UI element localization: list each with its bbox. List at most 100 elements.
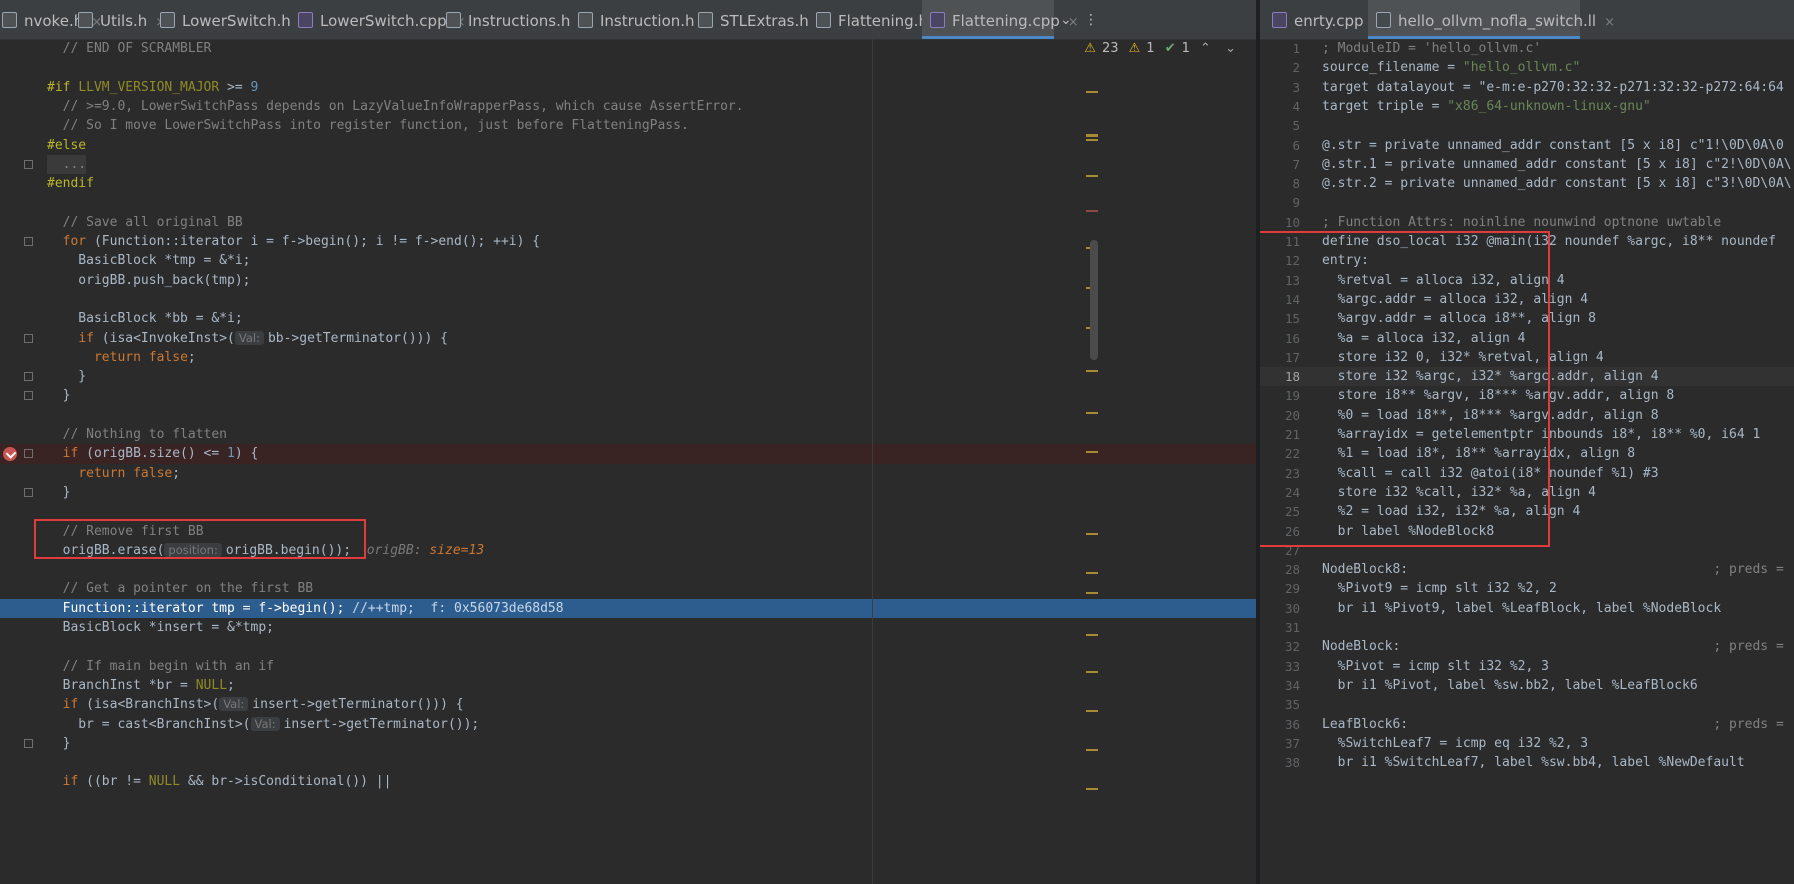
stripe-mark[interactable] xyxy=(1086,634,1098,636)
code-line[interactable]: } xyxy=(0,367,1258,386)
code-line[interactable]: #endif xyxy=(0,174,1258,193)
tab-flattening-cpp[interactable]: Flattening.cpp × xyxy=(922,0,1079,39)
code-line[interactable]: br = cast<BranchInst>(Val: insert->getTer… xyxy=(0,715,1258,734)
code-line[interactable]: #else xyxy=(0,136,1258,155)
ir-line[interactable]: 2 source_filename = "hello_ollvm.c" xyxy=(1260,58,1794,77)
code-line[interactable]: // Remove first BB xyxy=(0,522,1258,541)
code-line[interactable] xyxy=(0,560,1258,579)
ir-line[interactable]: 15 %argv.addr = alloca i8**, align 8 xyxy=(1260,309,1794,328)
ir-line[interactable]: 24 store i32 %call, i32* %a, align 4 xyxy=(1260,483,1794,502)
stripe-mark[interactable] xyxy=(1086,412,1098,414)
ir-line[interactable]: 5 xyxy=(1260,116,1794,135)
fold-marker-icon[interactable] xyxy=(24,333,33,343)
ir-line[interactable]: 27 xyxy=(1260,541,1794,560)
stripe-mark[interactable] xyxy=(1086,572,1098,574)
ir-line[interactable]: 1 ; ModuleID = 'hello_ollvm.c' xyxy=(1260,39,1794,58)
ir-line[interactable]: 16 %a = alloca i32, align 4 xyxy=(1260,329,1794,348)
ir-line[interactable]: 34 br i1 %Pivot, label %sw.bb2, label %L… xyxy=(1260,676,1794,695)
ir-line[interactable]: 14 %argc.addr = alloca i32, align 4 xyxy=(1260,290,1794,309)
stripe-mark[interactable] xyxy=(1086,139,1098,141)
chevron-up-icon[interactable]: ⌃ xyxy=(1200,41,1211,56)
tab-hello-ollvm-nofla-switch-ll[interactable]: hello_ollvm_nofla_switch.ll × xyxy=(1368,0,1615,39)
tab-instructions-h[interactable]: Instructions.h× xyxy=(438,0,589,39)
ir-line[interactable]: 29 %Pivot9 = icmp slt i32 %2, 2 xyxy=(1260,579,1794,598)
code-line[interactable] xyxy=(0,406,1258,425)
code-line[interactable]: for (Function::iterator i = f->begin(); … xyxy=(0,232,1258,251)
ir-line[interactable]: 25 %2 = load i32, i32* %a, align 4 xyxy=(1260,502,1794,521)
fold-marker-icon[interactable] xyxy=(24,237,33,246)
code-line[interactable]: origBB.erase(position: origBB.begin()); o… xyxy=(0,541,1258,560)
ir-line[interactable]: 28 NodeBlock8: ; preds = xyxy=(1260,560,1794,579)
code-line[interactable]: // Get a pointer on the first BB xyxy=(0,579,1258,598)
ir-line[interactable]: 22 %1 = load i8*, i8** %arrayidx, align … xyxy=(1260,444,1794,463)
code-line[interactable]: ... xyxy=(0,154,1258,175)
ir-line[interactable]: 38 br i1 %SwitchLeaf7, label %sw.bb4, la… xyxy=(1260,753,1794,772)
tab-lowerswitch-h[interactable]: LowerSwitch.h× xyxy=(152,0,310,39)
ir-line[interactable]: 33 %Pivot = icmp slt i32 %2, 3 xyxy=(1260,657,1794,676)
stripe-mark[interactable] xyxy=(1086,592,1098,594)
tab-stlextras-h[interactable]: STLExtras.h× xyxy=(690,0,828,39)
code-line[interactable] xyxy=(0,637,1258,656)
ir-line[interactable]: 20 %0 = load i8**, i8*** %argv.addr, ali… xyxy=(1260,406,1794,425)
code-line[interactable]: // Nothing to flatten xyxy=(0,425,1258,444)
ir-line[interactable]: 18 store i32 %argc, i32* %argc.addr, ali… xyxy=(1260,367,1794,387)
fold-marker-icon[interactable] xyxy=(24,391,33,401)
stripe-mark[interactable] xyxy=(1086,533,1098,535)
code-line[interactable]: origBB.push_back(tmp); xyxy=(0,271,1258,290)
ir-line[interactable]: 21 %arrayidx = getelementptr inbounds i8… xyxy=(1260,425,1794,444)
inspection-widget[interactable]: ⚠ 23 ⚠ 1 ✔ 1 ⌃ ⌄ xyxy=(1078,40,1236,58)
fold-marker-icon[interactable] xyxy=(24,449,33,459)
ir-line[interactable]: 23 %call = call i32 @atoi(i8* noundef %1… xyxy=(1260,464,1794,483)
tab-lowerswitch-cpp[interactable]: LowerSwitch.cpp× xyxy=(290,0,466,39)
left-code-area[interactable]: // END OF SCRAMBLER #if LLVM_VERSION_MAJO… xyxy=(0,39,1258,884)
code-line[interactable]: } xyxy=(0,483,1258,502)
code-line[interactable]: return false; xyxy=(0,464,1258,483)
fold-marker-icon[interactable] xyxy=(24,738,33,748)
left-error-stripe[interactable] xyxy=(1086,39,1098,884)
code-line[interactable]: if (isa<InvokeInst>(Val: bb->getTerminato… xyxy=(0,329,1258,348)
ir-line[interactable]: 13 %retval = alloca i32, align 4 xyxy=(1260,271,1794,290)
ir-line[interactable]: 37 %SwitchLeaf7 = icmp eq i32 %2, 3 xyxy=(1260,734,1794,753)
ir-line[interactable]: 32 NodeBlock: ; preds = xyxy=(1260,637,1794,656)
code-line[interactable]: return false; xyxy=(0,348,1258,367)
stripe-mark[interactable] xyxy=(1086,788,1098,790)
tab-flattening-h[interactable]: Flattening.h× xyxy=(808,0,947,39)
tab-enrty-cpp[interactable]: enrty.cpp× xyxy=(1264,0,1383,39)
code-line[interactable]: BasicBlock *bb = &*i; xyxy=(0,309,1258,328)
code-line[interactable] xyxy=(0,753,1258,772)
fold-marker-icon[interactable] xyxy=(24,487,33,497)
ir-line[interactable]: 6 @.str = private unnamed_addr constant [… xyxy=(1260,136,1794,155)
left-scrollbar-thumb[interactable] xyxy=(1090,240,1098,360)
chevron-down-icon[interactable]: ⌄ xyxy=(1225,41,1236,56)
stripe-mark[interactable] xyxy=(1086,749,1098,751)
tab-instruction-h[interactable]: Instruction.h× xyxy=(570,0,713,39)
ir-line[interactable]: 9 xyxy=(1260,193,1794,212)
code-line[interactable]: if (origBB.size() <= 1) { xyxy=(0,444,1258,464)
stripe-mark[interactable] xyxy=(1086,370,1098,372)
ir-line[interactable]: 36 LeafBlock6: ; preds = xyxy=(1260,715,1794,734)
ir-line[interactable]: 8 @.str.2 = private unnamed_addr constant… xyxy=(1260,174,1794,193)
ir-line[interactable]: 17 store i32 0, i32* %retval, align 4 xyxy=(1260,348,1794,367)
code-line[interactable]: if ((br != NULL && br->isConditional()) … xyxy=(0,772,1258,791)
ir-line[interactable]: 7 @.str.1 = private unnamed_addr constant… xyxy=(1260,155,1794,174)
code-line[interactable]: #if LLVM_VERSION_MAJOR >= 9 xyxy=(0,78,1258,97)
code-line[interactable]: } xyxy=(0,386,1258,405)
code-line[interactable] xyxy=(0,502,1258,521)
stripe-mark[interactable] xyxy=(1086,451,1098,453)
stripe-mark[interactable] xyxy=(1086,91,1098,93)
ir-line[interactable]: 19 store i8** %argv, i8*** %argv.addr, a… xyxy=(1260,386,1794,405)
ir-line[interactable]: 10 ; Function Attrs: noinline nounwind op… xyxy=(1260,213,1794,232)
tab-nvoke-h[interactable]: nvoke.h × xyxy=(0,0,102,39)
code-line[interactable]: // Save all original BB xyxy=(0,213,1258,232)
code-line[interactable]: // So I move LowerSwitchPass into regist… xyxy=(0,116,1258,135)
stripe-mark[interactable] xyxy=(1086,671,1098,673)
more-icon[interactable]: ⋮ xyxy=(1084,0,1098,39)
code-line[interactable]: // >=9.0, LowerSwitchPass depends on Laz… xyxy=(0,97,1258,116)
fold-marker-icon[interactable] xyxy=(24,159,33,169)
ir-line[interactable]: 3 target datalayout = "e-m:e-p270:32:32-p… xyxy=(1260,78,1794,97)
ir-line[interactable]: 30 br i1 %Pivot9, label %LeafBlock, labe… xyxy=(1260,599,1794,618)
stripe-mark[interactable] xyxy=(1086,135,1098,137)
ir-line[interactable]: 26 br label %NodeBlock8 xyxy=(1260,522,1794,541)
close-icon[interactable]: × xyxy=(1604,15,1615,30)
stripe-mark[interactable] xyxy=(1086,710,1098,712)
